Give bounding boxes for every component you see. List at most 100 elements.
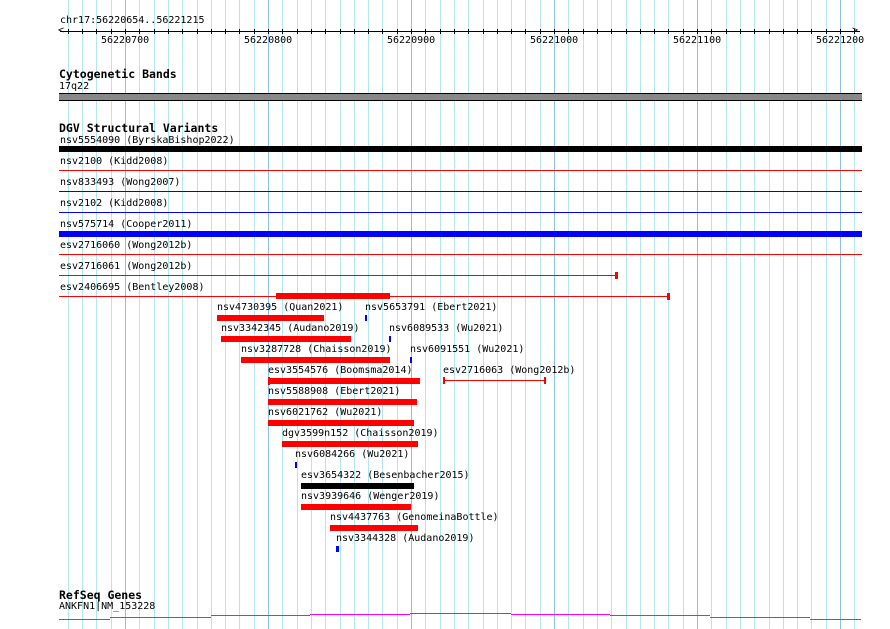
gene-segment[interactable]: [810, 619, 861, 620]
gene-segment[interactable]: [610, 615, 710, 616]
sv-bar[interactable]: [301, 504, 411, 510]
sv-bar[interactable]: [221, 336, 351, 342]
ruler-tick: [340, 29, 341, 34]
sv-bar[interactable]: [295, 462, 297, 468]
cytoband-bar[interactable]: [59, 93, 862, 101]
sv-bar[interactable]: [59, 146, 862, 152]
ruler-tick: [711, 29, 712, 34]
gene-segment[interactable]: [410, 613, 511, 614]
gene-segment[interactable]: [310, 614, 410, 615]
sv-label[interactable]: nsv6021762 (Wu2021): [268, 407, 382, 418]
ruler-tick: [611, 29, 612, 34]
gene-label[interactable]: ANKFN1|NM_153228: [59, 601, 155, 612]
ruler-tick: [68, 29, 69, 34]
ruler-tick: [811, 29, 812, 34]
sv-label[interactable]: esv2716061 (Wong2012b): [60, 261, 192, 272]
sv-label[interactable]: nsv6091551 (Wu2021): [410, 344, 524, 355]
gene-segment[interactable]: [59, 619, 110, 620]
ruler-tick: [368, 29, 369, 34]
ruler-tick: [554, 29, 555, 34]
sv-bar[interactable]: [59, 212, 862, 213]
sv-bar[interactable]: [389, 336, 391, 342]
ruler-tick-label: 56221100: [673, 35, 722, 46]
gene-segment[interactable]: [710, 617, 810, 618]
ruler-tick-label: 56221200: [816, 35, 865, 46]
sv-label[interactable]: esv2716063 (Wong2012b): [443, 365, 575, 376]
ruler-tick: [440, 29, 441, 34]
ruler-tick-label: 56220900: [387, 35, 436, 46]
sv-bar[interactable]: [268, 420, 414, 426]
sv-bar[interactable]: [301, 483, 414, 489]
genome-browser-view: chr17:56220654..56221215 < > 56220700 562…: [0, 0, 890, 629]
ruler-tick: [411, 29, 412, 34]
sv-bar[interactable]: [59, 231, 862, 237]
sv-bar[interactable]: [59, 254, 862, 255]
sv-label[interactable]: nsv2102 (Kidd2008): [60, 198, 168, 209]
ruler-tick: [197, 29, 198, 34]
sv-label[interactable]: esv3654322 (Besenbacher2015): [301, 470, 470, 481]
sv-label[interactable]: esv3554576 (Boomsma2014): [268, 365, 413, 376]
ruler-tick: [797, 29, 798, 34]
ruler-tick: [754, 29, 755, 34]
ruler-tick: [225, 29, 226, 34]
ruler-tick-label: 56221000: [530, 35, 579, 46]
ruler-tick: [239, 29, 240, 34]
sv-bar[interactable]: [59, 275, 616, 276]
ruler-tick: [311, 29, 312, 34]
sv-label[interactable]: nsv3287728 (Chaisson2019): [241, 344, 392, 355]
ruler-tick: [840, 29, 841, 34]
sv-bar[interactable]: [268, 399, 417, 405]
sv-label[interactable]: nsv575714 (Cooper2011): [60, 219, 192, 230]
ruler-tick: [826, 29, 827, 34]
sv-bar[interactable]: [410, 357, 412, 363]
ruler-tick: [111, 29, 112, 34]
sv-label[interactable]: nsv3342345 (Audano2019): [221, 323, 359, 334]
sv-label[interactable]: nsv6089533 (Wu2021): [389, 323, 503, 334]
sv-bar[interactable]: [217, 315, 324, 321]
ruler-tick: [325, 29, 326, 34]
sv-label[interactable]: nsv2100 (Kidd2008): [60, 156, 168, 167]
sv-label[interactable]: nsv4730395 (Quan2021): [217, 302, 343, 313]
sv-label[interactable]: nsv3939646 (Wenger2019): [301, 491, 439, 502]
ruler-tick: [697, 29, 698, 34]
sv-label[interactable]: dgv3599n152 (Chaisson2019): [282, 428, 439, 439]
sv-bar[interactable]: [330, 525, 418, 531]
sv-bar[interactable]: [268, 378, 420, 384]
ruler-tick: [354, 29, 355, 34]
ruler-tick: [125, 29, 126, 34]
ruler-tick: [454, 29, 455, 34]
gene-segment[interactable]: [110, 617, 211, 618]
ruler-tick: [168, 29, 169, 34]
sv-label[interactable]: nsv6084266 (Wu2021): [295, 449, 409, 460]
sv-bar[interactable]: [59, 170, 862, 171]
ruler-tick: [282, 29, 283, 34]
ruler-tick: [154, 29, 155, 34]
sv-bar[interactable]: [443, 380, 545, 381]
sv-label[interactable]: nsv5653791 (Ebert2021): [365, 302, 497, 313]
ruler-tick-label: 56220800: [244, 35, 293, 46]
sv-end-tick: [615, 272, 618, 279]
gene-segment[interactable]: [511, 614, 610, 615]
ruler-tick: [483, 29, 484, 34]
sv-label[interactable]: nsv4437763 (GenomeinaBottle): [330, 512, 499, 523]
gene-segment[interactable]: [211, 615, 310, 616]
sv-label[interactable]: esv2406695 (Bentley2008): [60, 282, 205, 293]
arrow-left-icon[interactable]: <: [58, 25, 64, 36]
sv-bar[interactable]: [241, 357, 390, 363]
sv-label[interactable]: nsv833493 (Wong2007): [60, 177, 180, 188]
sv-label[interactable]: nsv5554090 (ByrskaBishop2022): [60, 135, 235, 146]
sv-bar[interactable]: [282, 441, 418, 447]
sv-bar[interactable]: [59, 191, 862, 192]
sv-bar-thick[interactable]: [276, 293, 390, 299]
sv-bar[interactable]: [336, 546, 339, 552]
sv-bar[interactable]: [365, 315, 367, 321]
ruler-tick: [783, 29, 784, 34]
sv-label[interactable]: nsv5588908 (Ebert2021): [268, 386, 400, 397]
ruler-tick: [769, 29, 770, 34]
ruler-tick: [640, 29, 641, 34]
ruler-tick: [425, 29, 426, 34]
sv-label[interactable]: esv2716060 (Wong2012b): [60, 240, 192, 251]
ruler-tick: [211, 29, 212, 34]
ruler-tick: [740, 29, 741, 34]
sv-label[interactable]: nsv3344328 (Audano2019): [336, 533, 474, 544]
